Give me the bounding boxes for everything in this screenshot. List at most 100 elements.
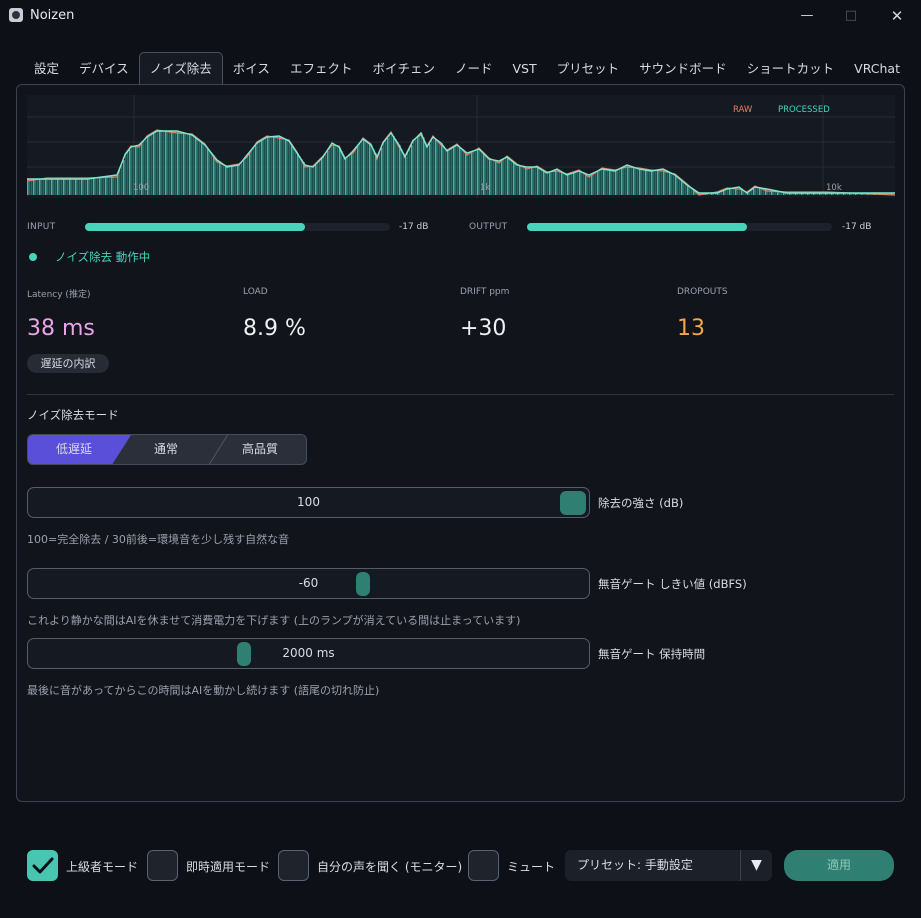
spectrum-bar <box>411 145 413 195</box>
mute-checkbox[interactable] <box>468 850 499 881</box>
latency-breakdown-button[interactable]: 遅延の内訳 <box>27 354 109 373</box>
instant-apply-checkbox[interactable] <box>147 850 178 881</box>
spectrum-bar <box>41 179 43 195</box>
spectrum-bar <box>263 139 265 195</box>
spectrum-bar <box>197 138 199 195</box>
tab-shortcuts[interactable]: ショートカット <box>737 53 845 85</box>
spectrum-bar <box>173 131 175 195</box>
spectrum-bar <box>753 188 755 195</box>
spectrum-bar <box>79 179 81 195</box>
tab-noise-reduction[interactable]: ノイズ除去 <box>138 52 223 86</box>
strength-slider[interactable]: 100 <box>27 487 590 518</box>
minimize-button[interactable]: — <box>787 4 827 28</box>
spectrum-bar <box>87 179 89 195</box>
spectrum-bar <box>597 171 599 195</box>
spectrum-bar <box>199 140 201 195</box>
mode-option-low-latency[interactable]: 低遅延 <box>28 435 120 464</box>
spectrum-bar <box>725 189 727 195</box>
spectrum-bar <box>545 171 547 195</box>
tab-effects[interactable]: エフェクト <box>280 53 363 85</box>
spectrum-bar <box>121 165 123 195</box>
spectrum-bar <box>585 173 587 195</box>
spectrum-bar <box>569 174 571 195</box>
spectrum-bar <box>637 168 639 195</box>
mode-option-normal[interactable]: 通常 <box>120 435 212 464</box>
spectrum-bar <box>635 167 637 195</box>
gate-hold-thumb[interactable] <box>236 642 251 666</box>
spectrum-bar <box>503 159 505 195</box>
spectrum-bar <box>301 159 303 195</box>
spectrum-bar <box>441 143 443 195</box>
spectrum-bar <box>187 133 189 195</box>
strength-label: 除去の強さ (dB) <box>598 496 684 510</box>
spectrum-bar <box>103 176 105 195</box>
monitor-checkbox[interactable] <box>278 850 309 881</box>
instant-apply-label: 即時適用モード <box>186 860 271 874</box>
spectrum-bar <box>63 179 65 195</box>
tab-settings[interactable]: 設定 <box>24 53 69 85</box>
spectrum-bar <box>611 170 613 195</box>
strength-slider-thumb[interactable] <box>560 491 586 515</box>
spectrum-bar <box>159 131 161 195</box>
apply-button[interactable]: 適用 <box>784 850 894 881</box>
spectrum-bar <box>73 179 75 195</box>
tab-presets[interactable]: プリセット <box>547 53 630 85</box>
spectrum-bar <box>245 157 247 195</box>
tab-vrchat[interactable]: VRChat <box>844 53 910 85</box>
advanced-mode-checkbox[interactable] <box>27 850 58 881</box>
spectrum-bar <box>457 145 459 195</box>
gate-hold-slider[interactable]: 2000 ms <box>27 638 590 669</box>
spectrum-bar <box>77 179 79 195</box>
spectrum-bar <box>53 179 55 195</box>
spectrum-bar <box>669 172 671 195</box>
preset-select[interactable]: プリセット: 手動設定 ▼ <box>565 850 772 881</box>
spectrum-bar <box>513 161 515 195</box>
tab-soundboard[interactable]: サウンドボード <box>629 53 737 85</box>
spectrum-bar <box>623 167 625 195</box>
spectrum-bar <box>579 171 581 195</box>
gate-threshold-thumb[interactable] <box>355 572 370 596</box>
spectrum-bar <box>609 170 611 195</box>
spectrum-bar <box>677 176 679 195</box>
spectrum-bar <box>657 170 659 195</box>
spectrum-bar <box>295 150 297 195</box>
spectrum-bar <box>729 188 731 195</box>
mute-label: ミュート <box>507 860 556 874</box>
gate-threshold-hint: これより静かな間はAIを休ませて消費電力を下げます (上のランプが消えている間は… <box>27 614 521 627</box>
dropdown-arrow-icon[interactable]: ▼ <box>740 850 772 881</box>
tab-nodes[interactable]: ノード <box>445 53 503 85</box>
spectrum-bar <box>257 143 259 195</box>
close-button[interactable]: ✕ <box>877 4 917 28</box>
tab-vst[interactable]: VST <box>502 53 546 85</box>
spectrum-bar <box>619 169 621 195</box>
maximize-button[interactable]: □ <box>831 4 871 28</box>
spectrum-bar <box>593 173 595 195</box>
spectrum-bar <box>299 156 301 195</box>
spectrum-bar <box>661 169 663 195</box>
spectrum-bar <box>603 169 605 195</box>
tab-devices[interactable]: デバイス <box>69 53 139 85</box>
spectrum-bar <box>629 165 631 195</box>
gate-threshold-slider[interactable]: -60 <box>27 568 590 599</box>
spectrum-bar <box>727 189 729 195</box>
spectrum-bar <box>549 172 551 195</box>
title-bar: Noizen — □ ✕ <box>0 0 921 32</box>
input-meter-fill <box>85 223 305 231</box>
spectrum-bar <box>381 147 383 195</box>
spectrum-bar <box>577 171 579 195</box>
spectrum-bar <box>429 143 431 195</box>
spectrum-bar <box>439 141 441 195</box>
spectrum-bar <box>337 145 339 195</box>
tab-voice[interactable]: ボイス <box>223 53 280 85</box>
spectrum-bar <box>537 167 539 195</box>
spectrum-bar <box>349 155 351 195</box>
spectrum-bar <box>207 147 209 195</box>
mode-option-high-quality[interactable]: 高品質 <box>214 435 306 464</box>
tab-voice-changer[interactable]: ボイチェン <box>362 53 445 85</box>
spectrum-bar <box>385 140 387 195</box>
spectrum-bar <box>589 175 591 195</box>
spectrum-bar <box>387 138 389 195</box>
spectrum-bar <box>91 178 93 195</box>
spectrum-bar <box>373 149 375 195</box>
spectrum-bar <box>511 160 513 195</box>
